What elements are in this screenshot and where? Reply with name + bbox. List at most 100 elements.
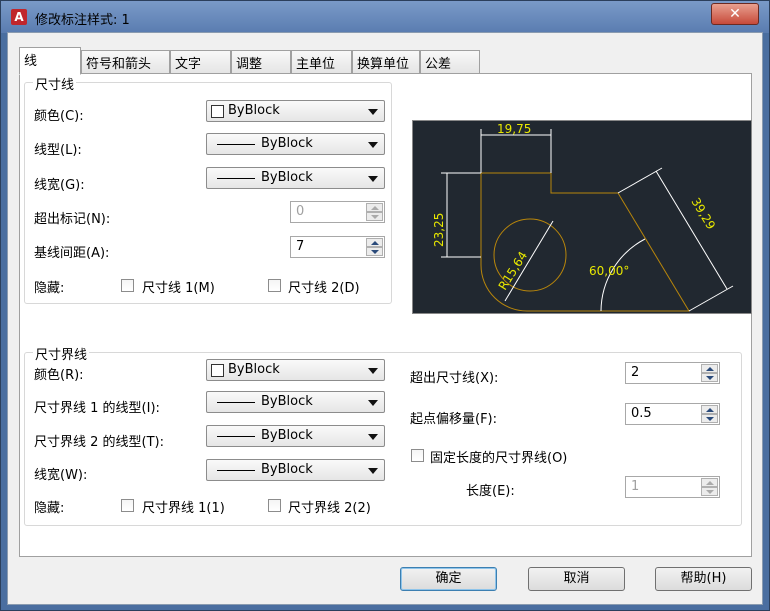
suppress-dimline1-label: 尺寸线 1(M)	[142, 281, 215, 296]
lineweight-sample	[217, 470, 255, 471]
tab-panel-lines: 尺寸线 颜色(C): ByBlock 线型(L): ByBlock 线宽(G):…	[19, 73, 752, 557]
extline-lineweight-label: 线宽(W):	[34, 468, 88, 483]
tab-fit[interactable]: 调整	[231, 50, 291, 74]
window-title: 修改标注样式: 1	[35, 13, 130, 28]
dimline-color-label: 颜色(C):	[34, 109, 84, 124]
dimline-lineweight-value: ByBlock	[261, 170, 313, 185]
linetype-sample	[217, 144, 255, 145]
baseline-spacing-value: 7	[296, 239, 305, 254]
length-spinner[interactable]: 1	[625, 476, 720, 498]
title-bar[interactable]: A 修改标注样式: 1 ✕	[1, 1, 769, 33]
preview-pane: 19,75 23,25 39,29 R15,64 60,00°	[412, 120, 752, 314]
spin-down-icon[interactable]	[701, 487, 718, 496]
extline1-linetype-value: ByBlock	[261, 394, 313, 409]
extend-ticks-value: 0	[296, 204, 305, 219]
spin-down-icon[interactable]	[701, 373, 718, 382]
dimline-linetype-label: 线型(L):	[34, 143, 82, 158]
preview-dim-top: 19,75	[497, 122, 531, 136]
dimline-linetype-combo[interactable]: ByBlock	[206, 133, 385, 155]
linetype-sample	[217, 436, 255, 437]
tab-lines[interactable]: 线	[19, 47, 81, 75]
spin-up-icon[interactable]	[701, 364, 718, 373]
baseline-spacing-label: 基线间距(A):	[34, 246, 110, 261]
offset-origin-spinner[interactable]: 0.5	[625, 403, 720, 425]
suppress-extline2-checkbox[interactable]	[268, 499, 281, 512]
spin-down-icon[interactable]	[366, 212, 383, 221]
dialog-window: A 修改标注样式: 1 ✕ 线 符号和箭头 文字 调整 主单位 换算单位 公差 …	[0, 0, 770, 611]
dimline-color-value: ByBlock	[228, 103, 280, 118]
extline-color-combo[interactable]: ByBlock	[206, 359, 385, 381]
dropdown-arrow-icon	[368, 468, 378, 474]
close-button[interactable]: ✕	[711, 3, 759, 25]
preview-dim-left: 23,25	[432, 213, 446, 247]
extline2-linetype-label: 尺寸界线 2 的线型(T):	[34, 435, 165, 450]
extline1-linetype-label: 尺寸界线 1 的线型(I):	[34, 401, 160, 416]
extend-ticks-spinner[interactable]: 0	[290, 201, 385, 223]
linetype-sample	[217, 402, 255, 403]
extend-beyond-label: 超出尺寸线(X):	[410, 371, 499, 386]
dimline-color-combo[interactable]: ByBlock	[206, 100, 385, 122]
length-value: 1	[631, 479, 640, 494]
spin-down-icon[interactable]	[701, 414, 718, 423]
dialog-client: 线 符号和箭头 文字 调整 主单位 换算单位 公差 尺寸线 颜色(C): ByB…	[7, 32, 763, 605]
offset-origin-value: 0.5	[631, 406, 652, 421]
suppress-dimline1-checkbox[interactable]	[121, 279, 134, 292]
preview-ext-line	[688, 285, 734, 312]
fixed-length-label: 固定长度的尺寸界线(O)	[430, 451, 568, 466]
preview-dim-angle: 60,00°	[589, 264, 629, 278]
dimension-preview-drawing: 19,75 23,25 39,29 R15,64 60,00°	[432, 122, 734, 312]
cancel-button[interactable]: 取消	[528, 567, 625, 591]
dropdown-arrow-icon	[368, 368, 378, 374]
spin-up-icon[interactable]	[366, 203, 383, 212]
extline-suppress-label: 隐藏:	[34, 501, 65, 516]
spin-up-icon[interactable]	[701, 478, 718, 487]
extend-beyond-spinner[interactable]: 2	[625, 362, 720, 384]
offset-origin-label: 起点偏移量(F):	[410, 412, 498, 427]
suppress-extline1-label: 尺寸界线 1(1)	[142, 501, 225, 516]
dimline-lineweight-combo[interactable]: ByBlock	[206, 167, 385, 189]
suppress-extline1-checkbox[interactable]	[121, 499, 134, 512]
extend-ticks-label: 超出标记(N):	[34, 212, 111, 227]
spin-up-icon[interactable]	[701, 405, 718, 414]
extension-lines-title: 尺寸界线	[33, 344, 90, 363]
preview-dim-radius: R15,64	[496, 249, 531, 293]
fixed-length-checkbox[interactable]	[411, 449, 424, 462]
extline-lineweight-value: ByBlock	[261, 462, 313, 477]
ok-button[interactable]: 确定	[400, 567, 497, 591]
extend-beyond-value: 2	[631, 365, 640, 380]
tab-alternate-units[interactable]: 换算单位	[352, 50, 420, 74]
preview-dim-line	[655, 170, 728, 290]
tab-symbols-arrows[interactable]: 符号和箭头	[81, 50, 170, 74]
extline1-linetype-combo[interactable]: ByBlock	[206, 391, 385, 413]
extline-lineweight-combo[interactable]: ByBlock	[206, 459, 385, 481]
dimline-suppress-label: 隐藏:	[34, 281, 65, 296]
baseline-spacing-spinner[interactable]: 7	[290, 236, 385, 258]
dropdown-arrow-icon	[368, 434, 378, 440]
lineweight-sample	[217, 178, 255, 179]
length-label: 长度(E):	[466, 484, 515, 499]
dropdown-arrow-icon	[368, 109, 378, 115]
dropdown-arrow-icon	[368, 142, 378, 148]
extline2-linetype-value: ByBlock	[261, 428, 313, 443]
help-button[interactable]: 帮助(H)	[655, 567, 752, 591]
dimline-lineweight-label: 线宽(G):	[34, 178, 85, 193]
tab-primary-units[interactable]: 主单位	[291, 50, 352, 74]
spin-up-icon[interactable]	[366, 238, 383, 247]
color-swatch	[211, 105, 224, 118]
tab-tolerances[interactable]: 公差	[420, 50, 480, 74]
spin-down-icon[interactable]	[366, 247, 383, 256]
autocad-app-icon: A	[11, 9, 27, 25]
preview-part-outline	[480, 172, 690, 312]
dimension-lines-title: 尺寸线	[33, 74, 77, 93]
dropdown-arrow-icon	[368, 176, 378, 182]
suppress-dimline2-checkbox[interactable]	[268, 279, 281, 292]
preview-ext-line	[617, 167, 663, 194]
extline-color-value: ByBlock	[228, 362, 280, 377]
extline2-linetype-combo[interactable]: ByBlock	[206, 425, 385, 447]
dropdown-arrow-icon	[368, 400, 378, 406]
preview-dim-right: 39,29	[688, 195, 718, 232]
color-swatch	[211, 364, 224, 377]
tab-text[interactable]: 文字	[170, 50, 231, 74]
extline-color-label: 颜色(R):	[34, 368, 84, 383]
suppress-dimline2-label: 尺寸线 2(D)	[288, 281, 360, 296]
